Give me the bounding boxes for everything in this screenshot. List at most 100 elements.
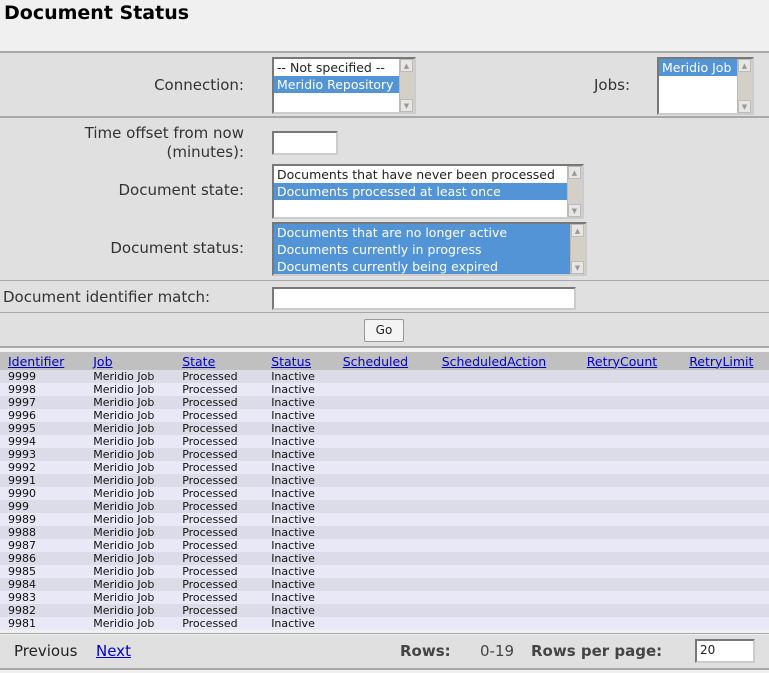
listbox-option[interactable]: Documents currently being expired [274, 258, 585, 274]
table-cell [334, 552, 434, 565]
table-cell [578, 500, 682, 513]
time-offset-input[interactable] [272, 131, 338, 155]
table-cell: Inactive [263, 487, 335, 500]
table-cell: Meridio Job [85, 617, 175, 630]
table-cell: Processed [174, 604, 264, 617]
table-cell: Meridio Job [85, 578, 175, 591]
rows-label: Rows: [400, 642, 451, 660]
scroll-down-arrow-icon[interactable]: ▼ [571, 261, 584, 274]
table-cell [433, 487, 579, 500]
table-cell [334, 526, 434, 539]
scrollbar[interactable]: ▲ ▼ [570, 224, 585, 274]
table-cell [578, 617, 682, 630]
divider [0, 51, 769, 53]
table-cell [578, 461, 682, 474]
document-state-listbox[interactable]: Documents that have never been processed… [272, 164, 584, 219]
table-cell [433, 448, 579, 461]
column-header: Job [85, 352, 175, 370]
table-cell [578, 422, 682, 435]
table-cell: Inactive [263, 591, 335, 604]
table-cell: Processed [174, 396, 264, 409]
table-cell: Meridio Job [85, 422, 175, 435]
scroll-up-arrow-icon[interactable]: ▲ [738, 59, 751, 72]
table-row: 9996 Meridio Job Processed Inactive [0, 409, 769, 422]
table-cell: Meridio Job [85, 370, 175, 383]
table-cell: Processed [174, 513, 264, 526]
go-button[interactable]: Go [364, 319, 404, 342]
table-cell [334, 370, 434, 383]
sort-link[interactable]: RetryLimit [689, 354, 753, 369]
sort-link[interactable]: Status [271, 354, 311, 369]
scroll-down-arrow-icon[interactable]: ▼ [400, 99, 413, 112]
table-cell: 9999 [0, 370, 86, 383]
listbox-option[interactable]: Documents currently in progress [274, 241, 585, 258]
table-cell: Inactive [263, 422, 335, 435]
previous-label: Previous [14, 642, 78, 660]
document-status-listbox[interactable]: Documents that are no longer active Docum… [272, 222, 587, 276]
sort-link[interactable]: RetryCount [587, 354, 657, 369]
table-cell: Meridio Job [85, 513, 175, 526]
listbox-option[interactable]: Documents that have never been processed [274, 166, 582, 183]
table-cell [433, 370, 579, 383]
table-cell: Inactive [263, 539, 335, 552]
table-row: 9989 Meridio Job Processed Inactive [0, 513, 769, 526]
table-cell [433, 500, 579, 513]
listbox-option[interactable]: Documents processed at least once [274, 183, 582, 200]
scrollbar[interactable]: ▲ ▼ [399, 59, 414, 112]
table-row: 9986 Meridio Job Processed Inactive [0, 552, 769, 565]
table-cell: Inactive [263, 461, 335, 474]
table-cell [681, 396, 769, 409]
table-cell: Meridio Job [85, 591, 175, 604]
table-cell [433, 591, 579, 604]
table-cell: Processed [174, 565, 264, 578]
scroll-up-arrow-icon[interactable]: ▲ [400, 59, 413, 72]
scrollbar[interactable]: ▲ ▼ [737, 59, 752, 113]
table-cell: 9987 [0, 539, 86, 552]
table-row: 9992 Meridio Job Processed Inactive [0, 461, 769, 474]
table-cell: Processed [174, 552, 264, 565]
column-header: Scheduled [334, 352, 434, 370]
sort-link[interactable]: Identifier [8, 354, 64, 369]
listbox-option[interactable]: -- Not specified -- [274, 59, 414, 76]
table-cell: Meridio Job [85, 604, 175, 617]
scroll-up-arrow-icon[interactable]: ▲ [571, 224, 584, 237]
table-cell [334, 500, 434, 513]
sort-link[interactable]: State [182, 354, 215, 369]
rows-per-page-input[interactable]: 20 [695, 639, 755, 663]
document-status-label: Document status: [110, 239, 244, 257]
table-cell [681, 526, 769, 539]
scroll-down-arrow-icon[interactable]: ▼ [738, 100, 751, 113]
listbox-option[interactable]: Meridio Repository [274, 76, 414, 93]
table-cell [334, 409, 434, 422]
jobs-listbox[interactable]: Meridio Job ▲ ▼ [657, 57, 754, 115]
table-row: 9987 Meridio Job Processed Inactive [0, 539, 769, 552]
sort-link[interactable]: Job [93, 354, 112, 369]
table-cell: 9992 [0, 461, 86, 474]
results-table: Identifier Job State Status Scheduled Schedul… [0, 352, 769, 630]
time-offset-label-line1: Time offset from now [84, 124, 244, 142]
scroll-up-arrow-icon[interactable]: ▲ [568, 166, 581, 179]
table-cell: Processed [174, 461, 264, 474]
sort-link[interactable]: ScheduledAction [442, 354, 547, 369]
table-cell [681, 578, 769, 591]
table-row: 9995 Meridio Job Processed Inactive [0, 422, 769, 435]
listbox-option[interactable]: Documents that are no longer active [274, 224, 585, 241]
table-cell [681, 461, 769, 474]
identifier-match-input[interactable] [272, 287, 576, 310]
table-cell: Processed [174, 435, 264, 448]
table-cell [433, 617, 579, 630]
table-row: 9984 Meridio Job Processed Inactive [0, 578, 769, 591]
table-cell [433, 409, 579, 422]
table-cell: Processed [174, 370, 264, 383]
scroll-down-arrow-icon[interactable]: ▼ [568, 204, 581, 217]
scrollbar[interactable]: ▲ ▼ [567, 166, 582, 217]
next-link[interactable]: Next [96, 642, 131, 660]
table-row: 9983 Meridio Job Processed Inactive [0, 591, 769, 604]
sort-link[interactable]: Scheduled [343, 354, 408, 369]
table-cell: Inactive [263, 565, 335, 578]
table-cell: Inactive [263, 526, 335, 539]
table-cell [578, 565, 682, 578]
table-cell [681, 617, 769, 630]
connection-listbox[interactable]: -- Not specified -- Meridio Repository ▲ ▼ [272, 57, 416, 114]
table-cell: Inactive [263, 617, 335, 630]
